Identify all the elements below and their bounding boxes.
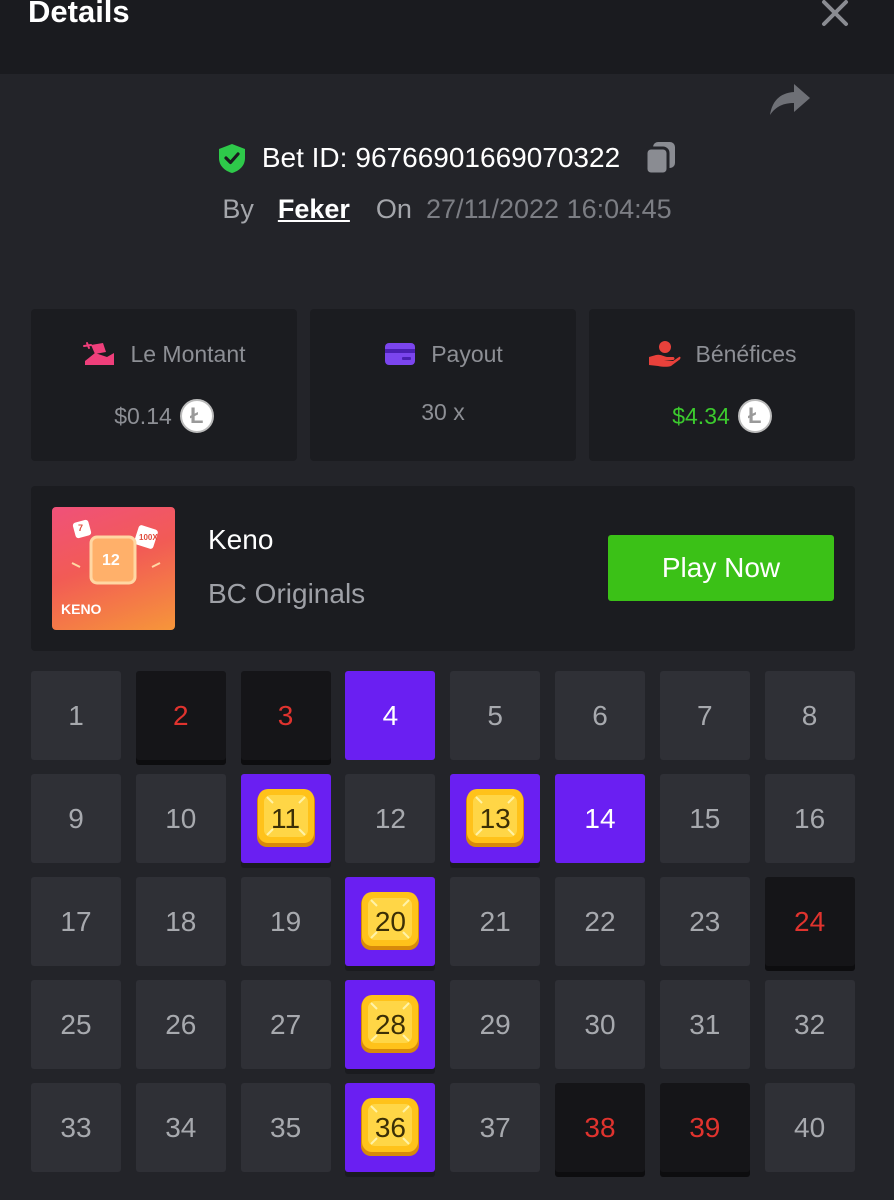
keno-cell[interactable]: 6: [555, 671, 645, 760]
keno-cell[interactable]: 28: [345, 980, 436, 1069]
keno-thumbnail[interactable]: 7 100X 12 KENO: [52, 507, 175, 630]
bet-stats: Le Montant $0.14 Ł Payout 30 x Bénéfices: [31, 309, 855, 461]
stat-payout-label: Payout: [431, 340, 503, 367]
copy-icon[interactable]: [644, 140, 678, 176]
keno-cell[interactable]: 1: [31, 671, 121, 760]
stat-profit-label: Bénéfices: [695, 340, 797, 367]
play-now-button[interactable]: Play Now: [608, 535, 834, 601]
stat-amount: Le Montant $0.14 Ł: [31, 309, 297, 461]
keno-cell[interactable]: 23: [659, 877, 750, 966]
keno-cell[interactable]: 7: [659, 671, 750, 760]
keno-cell[interactable]: 30: [555, 980, 645, 1069]
thumb-dice-2: 100X: [139, 533, 158, 542]
keno-cell-number: 11: [271, 802, 301, 834]
keno-cell[interactable]: 32: [764, 980, 855, 1069]
keno-cell[interactable]: 29: [450, 980, 541, 1069]
bet-id-label: Bet ID:: [261, 142, 348, 173]
username-link[interactable]: Feker: [278, 194, 350, 225]
stat-profit-value: $4.34: [672, 402, 730, 429]
keno-cell-number: 28: [374, 1008, 406, 1040]
keno-cell[interactable]: 3: [240, 671, 331, 760]
game-card: 7 100X 12 KENO Keno BC Originals Play No…: [31, 486, 855, 651]
keno-cell[interactable]: 11: [240, 774, 331, 863]
keno-cell[interactable]: 20: [345, 877, 436, 966]
stat-payout: Payout 30 x: [310, 309, 576, 461]
keno-cell[interactable]: 38: [555, 1083, 645, 1172]
keno-cell-number: 13: [479, 802, 511, 834]
close-icon[interactable]: [818, 0, 852, 30]
modal-title: Details: [28, 0, 130, 29]
keno-cell[interactable]: 18: [135, 877, 226, 966]
by-label: By: [222, 194, 254, 224]
keno-cell[interactable]: 35: [240, 1083, 331, 1172]
verified-shield-icon: [218, 144, 245, 173]
bet-id-value: 96766901669070322: [355, 142, 621, 173]
modal-header: Details: [0, 0, 894, 74]
stat-profit: Bénéfices $4.34 Ł: [589, 309, 855, 461]
keno-cell[interactable]: 39: [659, 1083, 750, 1172]
bet-author-row: By Feker On 27/11/2022 16:04:45: [0, 194, 894, 234]
bet-amount-icon: [83, 342, 115, 365]
litecoin-icon: Ł: [179, 399, 214, 433]
keno-cell[interactable]: 37: [450, 1083, 541, 1172]
keno-cell[interactable]: 5: [450, 671, 541, 760]
keno-cell[interactable]: 31: [659, 980, 750, 1069]
game-name[interactable]: Keno: [208, 524, 273, 556]
keno-grid: 1 2 3 4 5 6 7 8 9 10 11 12 13 14 15 16 17 18 19 20 21 22 23 24 2…: [31, 671, 855, 1191]
keno-cell[interactable]: 19: [240, 877, 331, 966]
keno-cell[interactable]: 15: [659, 774, 750, 863]
keno-cell[interactable]: 25: [31, 980, 121, 1069]
keno-cell[interactable]: 16: [764, 774, 855, 863]
bet-id-row: Bet ID: 96766901669070322: [0, 140, 894, 184]
stat-amount-value: $0.14: [114, 402, 172, 429]
keno-cell[interactable]: 21: [450, 877, 541, 966]
stat-amount-label: Le Montant: [130, 340, 246, 367]
keno-cell[interactable]: 26: [135, 980, 226, 1069]
keno-cell[interactable]: 40: [764, 1083, 855, 1172]
keno-cell[interactable]: 33: [31, 1083, 121, 1172]
profit-hand-icon: [649, 341, 681, 367]
bet-date: 27/11/2022 16:04:45: [425, 194, 672, 224]
keno-cell[interactable]: 9: [31, 774, 121, 863]
stat-payout-value: 30 x: [421, 399, 465, 425]
share-icon[interactable]: [766, 80, 812, 120]
thumb-number: 12: [102, 552, 120, 569]
keno-cell[interactable]: 13: [450, 774, 541, 863]
on-label: On: [375, 194, 412, 224]
keno-cell[interactable]: 4: [345, 671, 436, 760]
keno-cell[interactable]: 2: [135, 671, 226, 760]
keno-cell[interactable]: 14: [555, 774, 645, 863]
game-provider: BC Originals: [208, 578, 366, 609]
card-icon: [385, 343, 416, 365]
keno-cell[interactable]: 17: [31, 877, 121, 966]
litecoin-icon: Ł: [737, 399, 772, 433]
keno-cell[interactable]: 8: [764, 671, 855, 760]
keno-cell[interactable]: 36: [345, 1083, 436, 1172]
thumb-dice-1: 7: [78, 523, 84, 533]
keno-cell-number: 36: [374, 1111, 406, 1143]
keno-cell[interactable]: 10: [135, 774, 226, 863]
keno-cell[interactable]: 24: [764, 877, 855, 966]
keno-cell-number: 20: [374, 905, 406, 937]
keno-cell[interactable]: 22: [555, 877, 645, 966]
keno-cell[interactable]: 27: [240, 980, 331, 1069]
thumb-title: KENO: [61, 601, 102, 617]
keno-cell[interactable]: 34: [135, 1083, 226, 1172]
keno-cell[interactable]: 12: [345, 774, 436, 863]
